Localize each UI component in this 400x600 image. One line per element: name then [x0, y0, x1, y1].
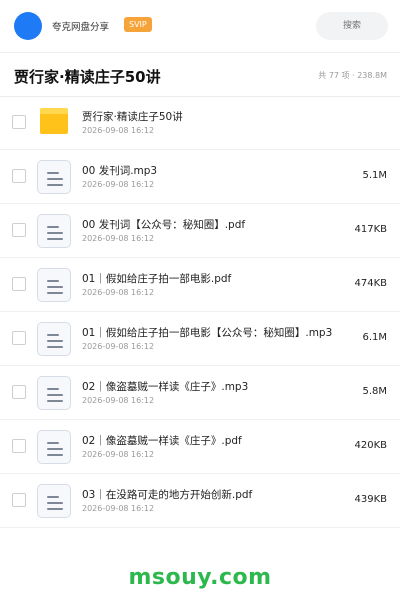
file-row[interactable]: 贾行家·精读庄子50讲 2026-09-08 16:12	[0, 96, 400, 150]
file-size: 6.1M	[362, 332, 387, 343]
file-date: 2026-09-08 16:12	[82, 342, 155, 351]
file-icon	[37, 376, 71, 410]
file-size: 5.8M	[362, 386, 387, 397]
file-size: 417KB	[354, 224, 387, 235]
row-checkbox[interactable]	[12, 277, 26, 291]
file-row[interactable]: 01｜假如给庄子拍一部电影.pdf 2026-09-08 16:12 474KB	[0, 258, 400, 312]
svip-badge: SVIP	[124, 17, 152, 32]
file-date: 2026-09-08 16:12	[82, 396, 155, 405]
watermark-text: msouy.com	[128, 565, 272, 590]
file-size: 420KB	[354, 440, 387, 451]
file-name[interactable]: 00 发刊词.mp3	[82, 163, 157, 178]
row-checkbox[interactable]	[12, 223, 26, 237]
file-date: 2026-09-08 16:12	[82, 180, 155, 189]
row-checkbox[interactable]	[12, 439, 26, 453]
file-row[interactable]: 02｜像盗墓贼一样读《庄子》.pdf 2026-09-08 16:12 420K…	[0, 420, 400, 474]
file-row[interactable]: 03｜在没路可走的地方开始创新.pdf 2026-09-08 16:12 439…	[0, 474, 400, 528]
file-icon	[37, 322, 71, 356]
file-icon	[37, 430, 71, 464]
file-size: 5.1M	[362, 170, 387, 181]
file-name[interactable]: 贾行家·精读庄子50讲	[82, 109, 183, 124]
file-icon	[37, 214, 71, 248]
avatar[interactable]	[14, 12, 42, 40]
app-header: 夸克网盘分享 SVIP	[0, 0, 400, 52]
row-checkbox[interactable]	[12, 115, 26, 129]
file-icon	[37, 160, 71, 194]
header-divider	[0, 52, 400, 53]
file-row[interactable]: 00 发刊词【公众号：秘知圈】.pdf 2026-09-08 16:12 417…	[0, 204, 400, 258]
file-date: 2026-09-08 16:12	[82, 504, 155, 513]
file-list: 贾行家·精读庄子50讲 2026-09-08 16:12 00 发刊词.mp3 …	[0, 96, 400, 528]
file-row[interactable]: 02｜像盗墓贼一样读《庄子》.mp3 2026-09-08 16:12 5.8M	[0, 366, 400, 420]
file-row[interactable]: 01｜假如给庄子拍一部电影【公众号：秘知圈】.mp3 2026-09-08 16…	[0, 312, 400, 366]
file-name[interactable]: 02｜像盗墓贼一样读《庄子》.mp3	[82, 379, 248, 394]
search-input[interactable]	[316, 12, 388, 40]
folder-stats: 共 77 项 · 238.8M	[318, 71, 387, 80]
file-name[interactable]: 00 发刊词【公众号：秘知圈】.pdf	[82, 217, 245, 232]
file-date: 2026-09-08 16:12	[82, 126, 155, 135]
file-date: 2026-09-08 16:12	[82, 288, 155, 297]
folder-title: 贾行家·精读庄子50讲	[14, 68, 161, 86]
row-checkbox[interactable]	[12, 331, 26, 345]
file-size: 474KB	[354, 278, 387, 289]
row-checkbox[interactable]	[12, 385, 26, 399]
file-date: 2026-09-08 16:12	[82, 450, 155, 459]
folder-icon	[40, 108, 68, 134]
file-icon	[37, 484, 71, 518]
file-name[interactable]: 01｜假如给庄子拍一部电影.pdf	[82, 271, 231, 286]
file-date: 2026-09-08 16:12	[82, 234, 155, 243]
file-name[interactable]: 03｜在没路可走的地方开始创新.pdf	[82, 487, 252, 502]
file-size: 439KB	[354, 494, 387, 505]
file-icon	[37, 268, 71, 302]
file-row[interactable]: 00 发刊词.mp3 2026-09-08 16:12 5.1M	[0, 150, 400, 204]
username: 夸克网盘分享	[52, 22, 110, 33]
row-checkbox[interactable]	[12, 493, 26, 507]
row-checkbox[interactable]	[12, 169, 26, 183]
file-name[interactable]: 02｜像盗墓贼一样读《庄子》.pdf	[82, 433, 242, 448]
file-name[interactable]: 01｜假如给庄子拍一部电影【公众号：秘知圈】.mp3	[82, 325, 332, 340]
